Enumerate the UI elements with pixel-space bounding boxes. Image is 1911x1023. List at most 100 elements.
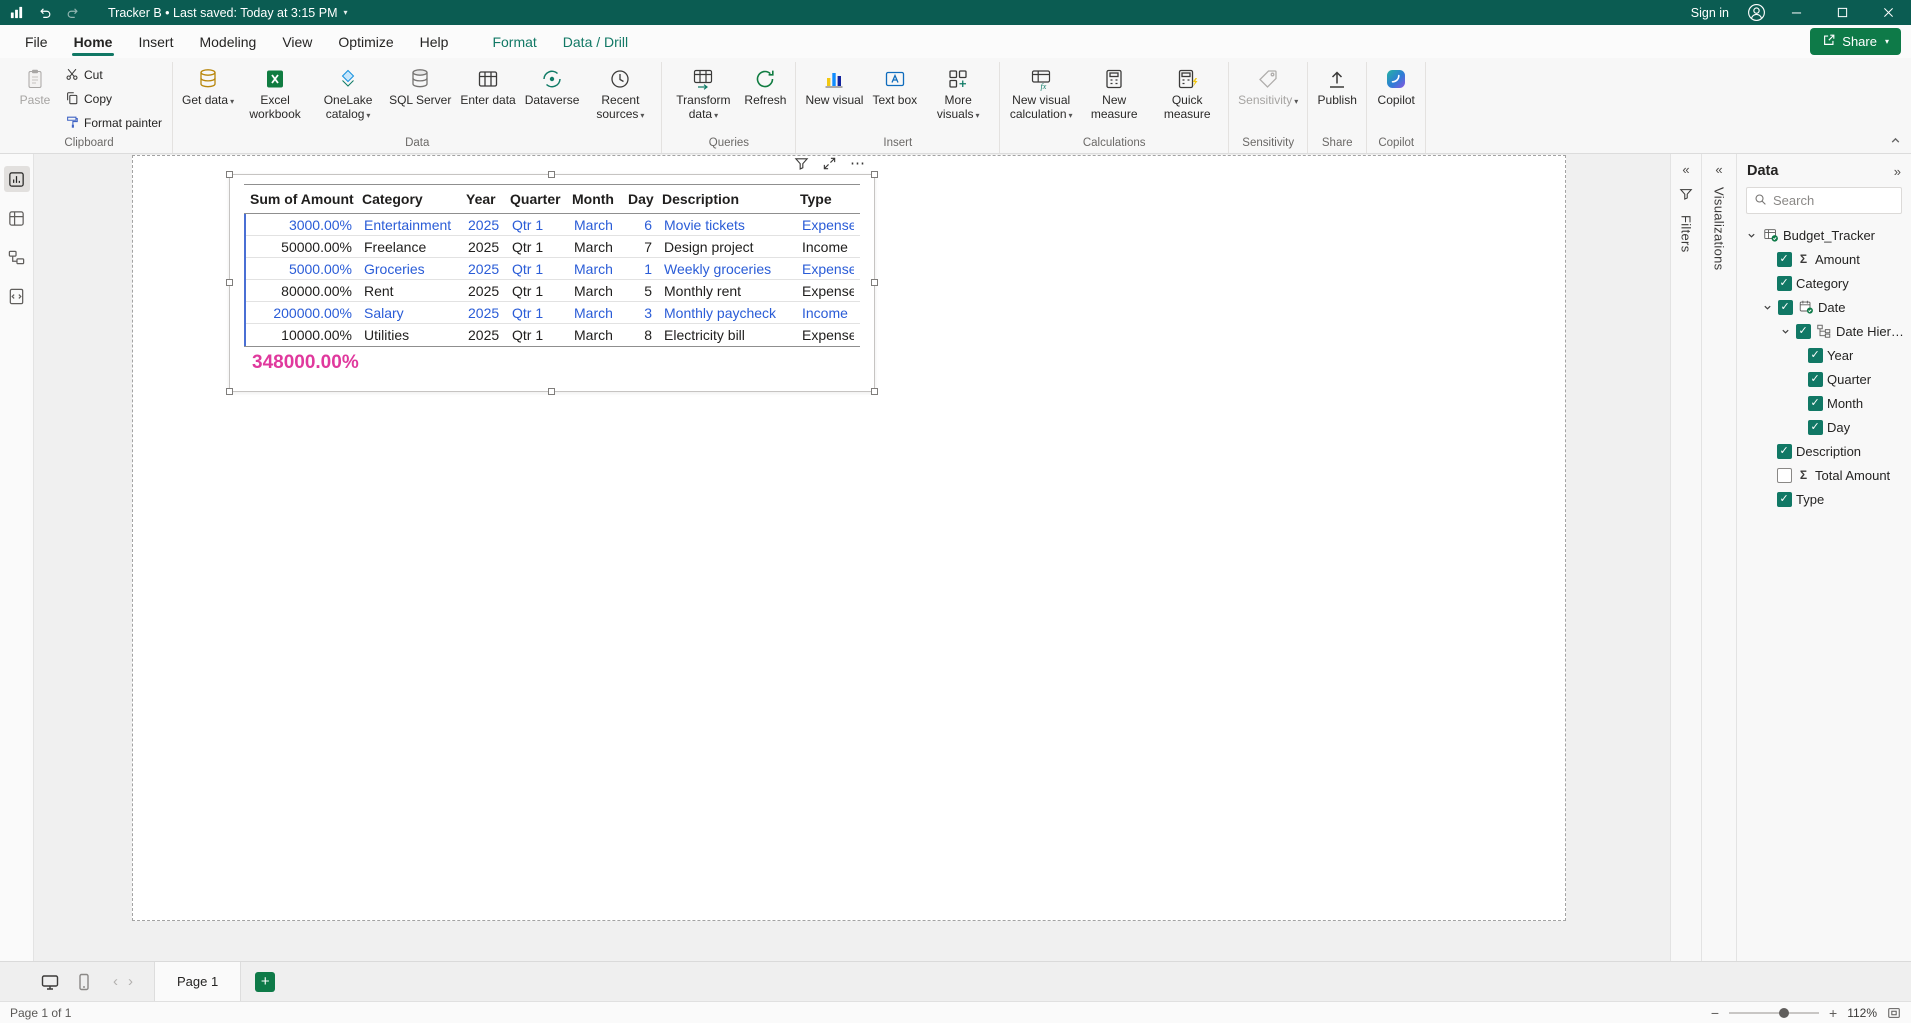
tab-data-drill[interactable]: Data / Drill — [550, 25, 641, 58]
table-row[interactable]: 80000.00% Rent 2025 Qtr 1 March 5 Monthl… — [246, 280, 860, 302]
field-checkbox[interactable] — [1777, 468, 1792, 483]
expand-visualizations-icon[interactable]: « — [1715, 163, 1722, 176]
column-header[interactable]: Description — [656, 191, 794, 207]
get-data-button[interactable]: Get data▾ — [178, 62, 238, 136]
column-header[interactable]: Type — [794, 191, 852, 207]
cell[interactable]: 2025 — [462, 261, 506, 277]
field-checkbox[interactable] — [1808, 348, 1823, 363]
table-row[interactable]: 200000.00% Salary 2025 Qtr 1 March 3 Mon… — [246, 302, 860, 324]
tab-view[interactable]: View — [269, 25, 325, 58]
cell[interactable]: 3 — [624, 305, 658, 321]
column-header[interactable]: Quarter — [504, 191, 566, 207]
cell[interactable]: 2025 — [462, 327, 506, 343]
cell[interactable]: Movie tickets — [658, 217, 796, 233]
table-view-icon[interactable] — [4, 205, 30, 231]
fit-to-page-icon[interactable] — [1887, 1006, 1901, 1020]
table-node-budget-tracker[interactable]: Budget_Tracker — [1737, 223, 1911, 247]
maximize-button[interactable] — [1819, 0, 1865, 25]
more-visuals-button[interactable]: More visuals▾ — [922, 62, 994, 136]
cell[interactable]: Monthly paycheck — [658, 305, 796, 321]
expand-filters-icon[interactable]: « — [1682, 163, 1689, 176]
cell[interactable]: 2025 — [462, 305, 506, 321]
excel-workbook-button[interactable]: Excel workbook — [239, 62, 311, 136]
column-header[interactable]: Year — [460, 191, 504, 207]
cell[interactable]: Income — [796, 305, 854, 321]
cut-button[interactable]: Cut — [62, 66, 165, 85]
dataverse-button[interactable]: Dataverse — [521, 62, 584, 136]
cell[interactable]: 2025 — [462, 217, 506, 233]
field-checkbox[interactable] — [1808, 372, 1823, 387]
zoom-in-icon[interactable]: + — [1829, 1005, 1837, 1021]
mobile-view-icon[interactable] — [74, 972, 94, 992]
field-row-category[interactable]: Category — [1737, 271, 1911, 295]
field-checkbox[interactable] — [1777, 492, 1792, 507]
cell[interactable]: 50000.00% — [246, 239, 358, 255]
collapse-data-pane-icon[interactable]: » — [1894, 165, 1901, 178]
collapse-chevron-icon[interactable] — [1761, 303, 1774, 312]
cell[interactable]: Design project — [658, 239, 796, 255]
title-dropdown-icon[interactable]: ▾ — [344, 8, 348, 17]
table-row[interactable]: 50000.00% Freelance 2025 Qtr 1 March 7 D… — [246, 236, 860, 258]
field-checkbox[interactable] — [1808, 420, 1823, 435]
cell[interactable]: Qtr 1 — [506, 261, 568, 277]
minimize-button[interactable] — [1773, 0, 1819, 25]
cell[interactable]: 8 — [624, 327, 658, 343]
format-painter-button[interactable]: Format painter — [62, 114, 165, 133]
share-button[interactable]: Share ▾ — [1810, 28, 1901, 55]
cell[interactable]: 6 — [624, 217, 658, 233]
tab-file[interactable]: File — [12, 25, 61, 58]
refresh-button[interactable]: Refresh — [740, 62, 790, 136]
cell[interactable]: Expense — [796, 261, 854, 277]
resize-handle[interactable] — [226, 388, 233, 395]
field-row-amount[interactable]: Σ Amount — [1737, 247, 1911, 271]
visualizations-pane-collapsed[interactable]: « Visualizations — [1701, 154, 1736, 961]
field-row-quarter[interactable]: Quarter — [1737, 367, 1911, 391]
collapse-chevron-icon[interactable] — [1779, 327, 1792, 336]
cell[interactable]: Qtr 1 — [506, 327, 568, 343]
tab-modeling[interactable]: Modeling — [186, 25, 269, 58]
cell[interactable]: March — [568, 261, 624, 277]
new-visual-button[interactable]: New visual — [801, 62, 867, 136]
account-avatar-icon[interactable] — [1739, 3, 1773, 22]
cell[interactable]: 2025 — [462, 283, 506, 299]
field-row-date[interactable]: Date — [1737, 295, 1911, 319]
document-title[interactable]: Tracker B • Last saved: Today at 3:15 PM… — [108, 6, 348, 20]
field-checkbox[interactable] — [1808, 396, 1823, 411]
field-checkbox[interactable] — [1777, 276, 1792, 291]
cell[interactable]: March — [568, 327, 624, 343]
sensitivity-button[interactable]: Sensitivity▾ — [1234, 62, 1302, 136]
model-view-icon[interactable] — [4, 244, 30, 270]
resize-handle[interactable] — [548, 388, 555, 395]
zoom-out-icon[interactable]: − — [1711, 1005, 1719, 1021]
total-value[interactable]: 348000.00% — [246, 352, 358, 374]
resize-handle[interactable] — [871, 388, 878, 395]
undo-button[interactable] — [38, 6, 52, 20]
redo-button[interactable] — [66, 6, 80, 20]
zoom-level[interactable]: 112% — [1847, 1006, 1877, 1020]
zoom-slider[interactable] — [1729, 1012, 1819, 1014]
resize-handle[interactable] — [871, 279, 878, 286]
report-canvas[interactable]: ⋯ Sum of Amount Category Year Quarter — [34, 154, 1670, 961]
field-checkbox[interactable] — [1796, 324, 1811, 339]
cell[interactable]: Qtr 1 — [506, 239, 568, 255]
field-row-year[interactable]: Year — [1737, 343, 1911, 367]
cell[interactable]: March — [568, 305, 624, 321]
publish-button[interactable]: Publish — [1313, 62, 1361, 136]
cell[interactable]: Entertainment — [358, 217, 462, 233]
onelake-catalog-button[interactable]: OneLake catalog▾ — [312, 62, 384, 136]
enter-data-button[interactable]: Enter data — [456, 62, 519, 136]
resize-handle[interactable] — [226, 171, 233, 178]
tab-home[interactable]: Home — [61, 25, 126, 58]
next-page-icon[interactable]: › — [123, 973, 138, 990]
cell[interactable]: 5000.00% — [246, 261, 358, 277]
tab-insert[interactable]: Insert — [125, 25, 186, 58]
cell[interactable]: 7 — [624, 239, 658, 255]
recent-sources-button[interactable]: Recent sources▾ — [584, 62, 656, 136]
resize-handle[interactable] — [226, 279, 233, 286]
column-header[interactable]: Category — [356, 191, 460, 207]
quick-measure-button[interactable]: Quick measure — [1151, 62, 1223, 136]
cell[interactable]: 3000.00% — [246, 217, 358, 233]
resize-handle[interactable] — [871, 171, 878, 178]
sign-in-button[interactable]: Sign in — [1681, 6, 1739, 20]
column-header[interactable]: Sum of Amount — [244, 191, 356, 207]
